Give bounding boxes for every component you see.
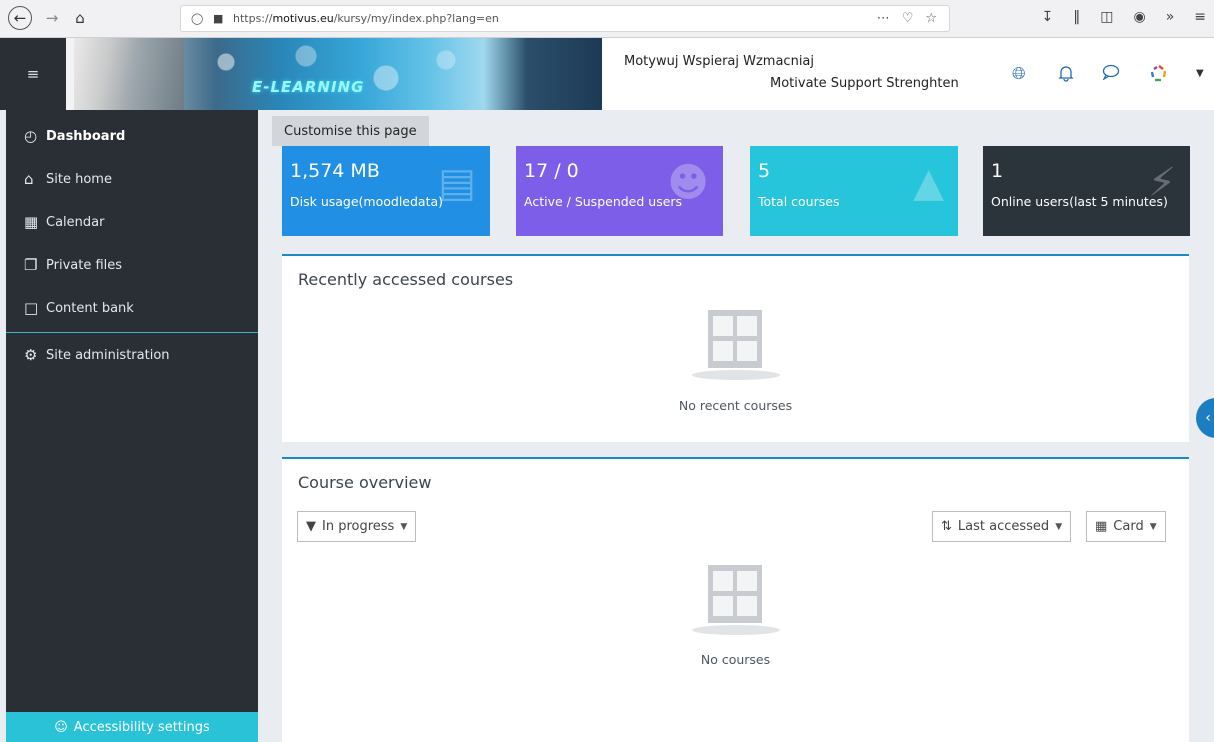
recently-accessed-courses-block: Recently accessed courses No recent cour… [282,254,1189,442]
gauge-icon: ◴ [24,127,38,145]
url-text[interactable]: https://motivus.eu/kursy/my/index.php?la… [233,12,499,25]
banner-logo-text: E-LEARNING [252,78,365,96]
sidebar-item-label: Site administration [46,347,170,363]
sidebar-item-content-bank[interactable]: □ Content bank [6,288,258,328]
menu-icon[interactable]: ≡ [1194,9,1206,25]
address-bar[interactable]: ◯ ■ https://motivus.eu/kursy/my/index.ph… [180,5,950,32]
calendar-icon: ▦ [24,213,39,231]
home-icon[interactable]: ⌂ [68,6,92,30]
sort-icon: ⇅ [941,519,952,534]
browser-toolbar: ← → ⌂ ◯ ■ https://motivus.eu/kursy/my/in… [0,0,1214,38]
stat-value: 5 [758,160,771,182]
lock-icon: ■ [213,12,224,25]
banner-decoration [186,42,486,106]
site-banner[interactable]: E-LEARNING [66,38,602,110]
customise-page-button[interactable]: Customise this page [272,116,429,146]
inbox-icon: ▤ [438,160,476,206]
sidebar-toggle-icon[interactable]: ◫ [1100,9,1113,25]
sidebar-item-label: Calendar [46,214,105,230]
forward-arrow-icon[interactable]: → [40,6,64,30]
bookmark-star-icon[interactable]: ☆ [925,11,937,26]
sidebar-nav: ◴ Dashboard ⌂ Site home ▦ Calendar ❐ Pri… [6,110,258,742]
pocket-icon[interactable]: ♡ [902,11,914,26]
stat-tile-disk-usage[interactable]: 1,574 MB Disk usage(moodledata) ▤ [282,146,490,236]
empty-courses-illustration [692,310,780,380]
user-avatar[interactable] [1148,63,1170,85]
stat-label: Active / Suspended users [524,194,683,209]
empty-state-text: No recent courses [678,398,793,413]
overflow-chevron-icon[interactable]: » [1166,9,1175,25]
block-title: Course overview [298,473,432,492]
chevron-down-icon: ▼ [400,521,408,532]
accessibility-icon: ☺ [54,719,68,735]
messages-chat-icon[interactable] [1102,64,1120,85]
clipboard-icon: □ [24,299,39,317]
gear-icon: ⚙︎ [24,346,38,364]
dropdown-label: Card [1113,519,1144,534]
library-icon[interactable]: ‖ [1073,9,1080,25]
page-actions-icon[interactable]: ⋯ [877,11,890,26]
sidebar-item-label: Private files [46,257,123,273]
account-icon[interactable]: ◉ [1133,9,1145,25]
grouping-filter-dropdown[interactable]: ▼ In progress ▼ [297,511,417,542]
sidebar-item-private-files[interactable]: ❐ Private files [6,245,258,285]
sidebar-item-site-home[interactable]: ⌂ Site home [6,159,258,199]
home-icon: ⌂ [24,170,34,188]
stat-label: Online users(last 5 minutes) [991,194,1168,209]
chevron-down-icon: ▼ [1055,521,1063,532]
language-globe-icon[interactable]: 🌐︎ [1012,64,1026,84]
graduation-cap-icon: ▲ [913,160,944,206]
stat-tile-courses[interactable]: 5 Total courses ▲ [750,146,958,236]
stat-label: Total courses [758,194,840,209]
drawer-toggle-chevron-icon[interactable]: ‹ [1196,398,1214,438]
plug-icon: ⚡︎ [1147,160,1176,206]
sort-dropdown[interactable]: ⇅ Last accessed ▼ [932,511,1072,542]
site-header: ≡ E-LEARNING Motywuj Wspieraj Wzmacniaj … [0,38,1214,110]
grid-icon: ▦ [1095,519,1108,534]
tagline-english: Motivate Support Strenghten [770,76,959,91]
sidebar-item-label: Content bank [46,300,134,316]
notification-bell-icon[interactable] [1058,64,1074,87]
stat-value: 1,574 MB [290,160,380,182]
download-icon[interactable]: ↧ [1042,9,1054,25]
user-menu-caret-icon[interactable]: ▼ [1196,68,1204,79]
dropdown-label: In progress [322,519,395,534]
files-icon: ❐ [24,256,38,274]
banner-person-image [74,38,184,110]
block-title: Recently accessed courses [298,270,514,289]
hamburger-menu-icon[interactable]: ≡ [0,38,66,110]
view-mode-dropdown[interactable]: ▦ Card ▼ [1086,511,1166,542]
sidebar-item-dashboard[interactable]: ◴ Dashboard [6,116,258,156]
stat-label: Disk usage(moodledata) [290,194,444,209]
accessibility-settings-button[interactable]: ☺ Accessibility settings [6,712,258,742]
empty-state-text: No courses [700,652,771,667]
stat-value: 17 / 0 [524,160,579,182]
stat-value: 1 [991,160,1004,182]
sidebar-item-calendar[interactable]: ▦ Calendar [6,202,258,242]
course-overview-block: Course overview ▼ In progress ▼ ⇅ Last a… [282,457,1189,742]
stat-tile-users[interactable]: 17 / 0 Active / Suspended users ☻ [516,146,723,236]
tagline-polish: Motywuj Wspieraj Wzmacniaj [624,54,815,69]
stat-tile-online-users[interactable]: 1 Online users(last 5 minutes) ⚡︎ [983,146,1190,236]
empty-courses-illustration [692,565,780,635]
filter-icon: ▼ [306,519,316,534]
sidebar-item-label: Dashboard [46,128,126,144]
accessibility-label: Accessibility settings [73,719,210,735]
dropdown-label: Last accessed [957,519,1050,534]
sidebar-item-site-administration[interactable]: ⚙︎ Site administration [6,335,258,375]
shield-icon: ◯ [191,12,204,25]
sidebar-divider [6,332,258,333]
back-arrow-icon[interactable]: ← [8,6,32,30]
sidebar-item-label: Site home [46,171,112,187]
chevron-down-icon: ▼ [1149,521,1157,532]
users-icon: ☻ [667,160,709,206]
